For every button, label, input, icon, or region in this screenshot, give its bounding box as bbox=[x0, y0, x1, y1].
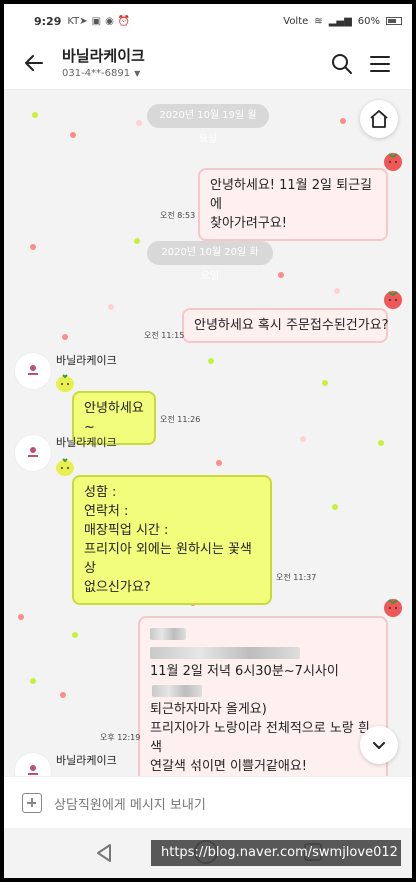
message-line: 안녕하세요~ bbox=[84, 401, 144, 435]
decor-dot bbox=[72, 632, 78, 638]
decor-dot bbox=[332, 504, 338, 510]
message-line: 연갈색 섞이면 이쁠거같애요! bbox=[150, 759, 307, 774]
redacted-text bbox=[152, 684, 202, 697]
date-divider: 2020년 10월 19일 월요일 bbox=[147, 104, 269, 145]
message-line: 없으신가요? bbox=[84, 580, 151, 595]
watermark: https://blog.naver.com/swmjlove012 bbox=[151, 840, 401, 866]
status-bar: 9:29 KT ➤ ▣ ◉ ⏰ Volte ≋ ▂▄▆ 60% bbox=[4, 4, 412, 38]
phone-caret-icon: ▼ bbox=[134, 69, 141, 78]
redacted-text bbox=[150, 627, 186, 640]
lemon-icon bbox=[56, 458, 74, 476]
decor-dot bbox=[62, 334, 68, 340]
shop-avatar[interactable] bbox=[14, 352, 52, 390]
message-line-group: 11월 2일 저녁 6시30분~7시사이 bbox=[150, 662, 376, 700]
shop-logo-icon bbox=[28, 447, 38, 457]
decor-dot bbox=[70, 132, 76, 138]
hamburger-menu-icon[interactable] bbox=[368, 52, 392, 76]
message-bubble-outgoing: 안녕하세요! 11월 2일 퇴근길에 찾아가려구요! bbox=[198, 168, 388, 241]
message-time: 오전 11:26 bbox=[160, 415, 201, 424]
alarm-icon: ⏰ bbox=[117, 15, 131, 27]
message-bubble-outgoing: 안녕하세요 혹시 주문접수된건가요? bbox=[182, 308, 389, 343]
message-line: 성함 : bbox=[84, 485, 117, 500]
message-bubble-outgoing: 11월 2일 저녁 6시30분~7시사이 퇴근하자마자 올게요) 프리지아가 노… bbox=[138, 616, 388, 776]
nav-back-icon[interactable] bbox=[94, 842, 114, 864]
decor-dot bbox=[18, 614, 24, 620]
message-line: 프리지아가 노랑이라 전체적으로 노랑 흰색 bbox=[150, 721, 370, 755]
message-time: 오전 11:37 bbox=[276, 573, 317, 582]
system-nav-bar: https://blog.naver.com/swmjlove012 bbox=[4, 828, 412, 878]
home-icon bbox=[370, 110, 388, 128]
scroll-down-button[interactable] bbox=[360, 726, 398, 764]
chevron-down-icon bbox=[373, 742, 385, 749]
message-line: 찾아가려구요! bbox=[210, 216, 287, 231]
battery-icon bbox=[386, 17, 402, 25]
message-line: 안녕하세요! 11월 2일 퇴근길에 bbox=[210, 178, 373, 212]
shop-logo-icon bbox=[28, 765, 38, 775]
chat-area[interactable]: 2020년 10월 19일 월요일 안녕하세요! 11월 2일 퇴근길에 찾아가… bbox=[4, 90, 412, 776]
carrier-label: KT bbox=[67, 15, 80, 27]
nfc-icon: ◉ bbox=[105, 15, 114, 27]
decor-dot bbox=[378, 440, 384, 446]
strawberry-icon bbox=[384, 599, 402, 617]
decor-dot bbox=[216, 460, 222, 466]
sender-name: 바닐라케이크 bbox=[56, 754, 117, 767]
redacted-text bbox=[150, 646, 300, 659]
decor-dot bbox=[32, 112, 38, 118]
shop-logo-icon bbox=[28, 365, 38, 375]
telegram-icon: ➤ bbox=[79, 15, 88, 27]
message-line: 연락처 : bbox=[84, 504, 129, 519]
redacted-line bbox=[150, 624, 376, 643]
message-time: 오전 8:53 bbox=[160, 211, 196, 220]
volte-label: Volte bbox=[283, 15, 309, 27]
shop-phone[interactable]: 031-4**-6891 ▼ bbox=[62, 68, 140, 79]
phone-number: 031-4**-6891 bbox=[62, 68, 131, 79]
app-icon: ▣ bbox=[91, 15, 102, 27]
decor-dot bbox=[208, 358, 214, 364]
message-time: 오후 12:19 bbox=[100, 733, 141, 742]
sender-name: 바닐라케이크 bbox=[56, 436, 117, 449]
decor-dot bbox=[340, 118, 346, 124]
redacted-line bbox=[150, 643, 376, 662]
message-line: 안녕하세요 혹시 주문접수된건가요? bbox=[194, 318, 389, 333]
decor-dot bbox=[60, 692, 66, 698]
notification-icons: ➤ ▣ ◉ ⏰ bbox=[79, 16, 130, 27]
shop-avatar[interactable] bbox=[14, 434, 52, 472]
message-bubble-incoming: 성함 : 연락처 : 매장픽업 시간 : 프리지아 외에는 원하시는 꽃색상 없… bbox=[72, 475, 272, 605]
decor-dot bbox=[30, 244, 36, 250]
battery-percent: 60% bbox=[357, 15, 380, 27]
message-line: 매장픽업 시간 : bbox=[84, 523, 169, 538]
plus-icon[interactable] bbox=[22, 793, 42, 813]
decor-dot bbox=[322, 380, 328, 386]
decor-dot bbox=[278, 272, 284, 278]
lemon-icon bbox=[56, 374, 74, 392]
app-frame: 9:29 KT ➤ ▣ ◉ ⏰ Volte ≋ ▂▄▆ 60% 바닐라케이크 0… bbox=[4, 4, 412, 878]
decor-dot bbox=[300, 436, 306, 442]
shop-avatar[interactable] bbox=[14, 752, 52, 776]
message-input[interactable]: 상담직원에게 메시지 보내기 bbox=[54, 794, 206, 813]
decor-dot bbox=[30, 678, 36, 684]
message-time: 오전 11:15 bbox=[144, 331, 185, 340]
home-button[interactable] bbox=[360, 100, 398, 138]
chat-title: 바닐라케이크 bbox=[62, 47, 145, 65]
decor-dot bbox=[108, 304, 114, 310]
sender-name: 바닐라케이크 bbox=[56, 354, 117, 367]
wifi-icon: ≋ bbox=[314, 15, 323, 27]
message-line: 프리지아 외에는 원하시는 꽃색상 bbox=[84, 542, 252, 576]
message-line: 11월 2일 저녁 6시30분~7시사이 bbox=[150, 664, 339, 679]
date-divider: 2020년 10월 20일 화요일 bbox=[147, 241, 273, 282]
strawberry-icon bbox=[384, 291, 402, 309]
message-line: 퇴근하자마자 올게요) bbox=[150, 702, 267, 717]
status-right: Volte ≋ ▂▄▆ 60% bbox=[283, 16, 402, 27]
decor-dot bbox=[136, 120, 142, 126]
decor-dot bbox=[134, 238, 140, 244]
chat-header: 바닐라케이크 031-4**-6891 ▼ bbox=[4, 38, 412, 90]
back-arrow-icon[interactable] bbox=[22, 50, 48, 76]
strawberry-icon bbox=[384, 153, 402, 171]
status-time: 9:29 bbox=[34, 14, 62, 28]
search-icon[interactable] bbox=[330, 52, 354, 76]
decor-dot bbox=[334, 288, 340, 294]
message-input-bar: 상담직원에게 메시지 보내기 bbox=[4, 776, 412, 828]
signal-icon: ▂▄▆ bbox=[328, 15, 352, 27]
